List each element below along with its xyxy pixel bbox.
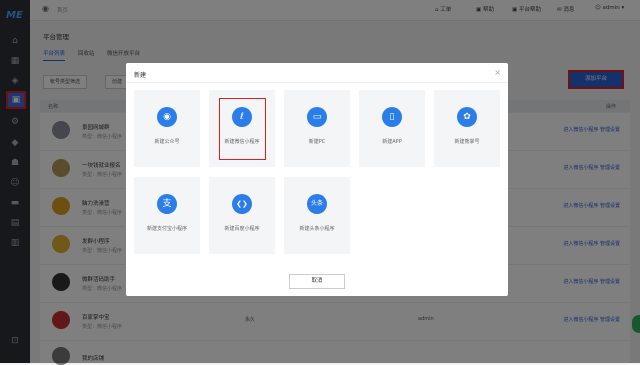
create-official-account-card[interactable]: ◉ 新建公众号: [134, 90, 200, 167]
monitor-icon: ▭: [307, 107, 327, 127]
create-xiongzhang-card[interactable]: ✿ 新建熊掌号: [434, 90, 500, 167]
modal-title: 新建: [134, 72, 147, 79]
wechat-icon: ◉: [157, 107, 177, 127]
card-label: 新建熊掌号: [454, 139, 480, 145]
close-icon[interactable]: ×: [494, 68, 501, 77]
create-alipay-miniprogram-card[interactable]: 支 新建支付宝小程序: [134, 177, 200, 254]
phone-icon: ▯: [382, 107, 402, 127]
create-baidu-miniprogram-card[interactable]: ❮❯ 新建百度小程序: [209, 177, 275, 254]
create-toutiao-miniprogram-card[interactable]: 头条 新建头条小程序: [284, 177, 350, 254]
card-label: 新建APP: [382, 139, 402, 145]
card-label: 新建支付宝小程序: [146, 226, 187, 232]
create-modal: 新建 × ◉ 新建公众号 ℓ 新建微信小程序 ▭ 新建PC ▯ 新建APP ✿ …: [126, 63, 508, 296]
card-label: 新建百度小程序: [224, 226, 260, 232]
paw-icon: ✿: [457, 107, 477, 127]
baidu-icon: ❮❯: [232, 194, 252, 214]
create-app-card[interactable]: ▯ 新建APP: [359, 90, 425, 167]
card-label: 新建PC: [308, 139, 326, 145]
highlight-box: [219, 98, 266, 160]
card-label: 新建公众号: [154, 139, 180, 145]
toutiao-icon: 头条: [307, 194, 327, 214]
modal-divider: [126, 82, 508, 83]
cancel-button[interactable]: 取消: [289, 274, 345, 289]
card-label: 新建头条小程序: [299, 226, 335, 232]
create-pc-card[interactable]: ▭ 新建PC: [284, 90, 350, 167]
alipay-icon: 支: [157, 194, 177, 214]
